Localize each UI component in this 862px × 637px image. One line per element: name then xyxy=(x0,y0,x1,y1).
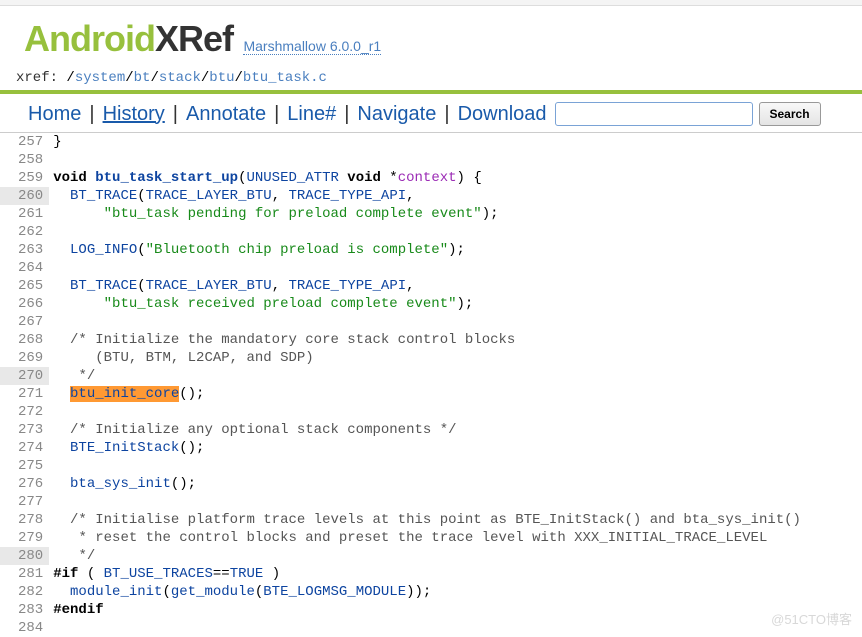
nav-home[interactable]: Home xyxy=(28,103,81,126)
logo-android: Android xyxy=(24,18,155,59)
line-number[interactable]: 260 xyxy=(0,187,49,205)
code-line[interactable]: BT_TRACE(TRACE_LAYER_BTU, TRACE_TYPE_API… xyxy=(53,277,862,295)
line-number[interactable]: 279 xyxy=(0,529,49,547)
breadcrumb-sep: / xyxy=(235,70,243,86)
breadcrumb-link[interactable]: system xyxy=(75,70,125,86)
code-line[interactable]: module_init(get_module(BTE_LOGMSG_MODULE… xyxy=(53,583,862,601)
line-number-gutter: 2572582592602612622632642652662672682692… xyxy=(0,133,49,637)
line-number[interactable]: 265 xyxy=(0,277,49,295)
line-number[interactable]: 274 xyxy=(0,439,49,457)
code-line[interactable] xyxy=(53,223,862,241)
line-number[interactable]: 271 xyxy=(0,385,49,403)
line-number[interactable]: 266 xyxy=(0,295,49,313)
code-line[interactable] xyxy=(53,259,862,277)
code-line[interactable]: bta_sys_init(); xyxy=(53,475,862,493)
code-line[interactable]: #if ( BT_USE_TRACES==TRUE ) xyxy=(53,565,862,583)
nav-download[interactable]: Download xyxy=(458,103,547,126)
nav-sep: | xyxy=(444,103,449,126)
code-line[interactable]: "btu_task received preload complete even… xyxy=(53,295,862,313)
breadcrumb: xref: /system/bt/stack/btu/btu_task.c xyxy=(0,66,862,88)
line-number[interactable]: 284 xyxy=(0,619,49,637)
code-line[interactable] xyxy=(53,619,862,637)
code-line[interactable]: /* Initialise platform trace levels at t… xyxy=(53,511,862,529)
code-line[interactable]: */ xyxy=(53,547,862,565)
line-number[interactable]: 262 xyxy=(0,223,49,241)
line-number[interactable]: 283 xyxy=(0,601,49,619)
code-line[interactable]: btu_init_core(); xyxy=(53,385,862,403)
code-line[interactable] xyxy=(53,457,862,475)
code-line[interactable]: #endif xyxy=(53,601,862,619)
code-line[interactable]: (BTU, BTM, L2CAP, and SDP) xyxy=(53,349,862,367)
line-number[interactable]: 267 xyxy=(0,313,49,331)
breadcrumb-sep: / xyxy=(150,70,158,86)
breadcrumb-link[interactable]: stack xyxy=(159,70,201,86)
line-number[interactable]: 282 xyxy=(0,583,49,601)
code-line[interactable] xyxy=(53,151,862,169)
line-number[interactable]: 257 xyxy=(0,133,49,151)
nav-navigate[interactable]: Navigate xyxy=(357,103,436,126)
nav-linenum[interactable]: Line# xyxy=(287,103,336,126)
nav-sep: | xyxy=(89,103,94,126)
breadcrumb-link[interactable]: bt xyxy=(134,70,151,86)
line-number[interactable]: 278 xyxy=(0,511,49,529)
search-button[interactable]: Search xyxy=(759,102,821,126)
line-number[interactable]: 275 xyxy=(0,457,49,475)
code-line[interactable]: */ xyxy=(53,367,862,385)
line-number[interactable]: 273 xyxy=(0,421,49,439)
breadcrumb-label: xref: xyxy=(16,70,66,86)
code-area: 2572582592602612622632642652662672682692… xyxy=(0,133,862,637)
line-number[interactable]: 277 xyxy=(0,493,49,511)
code-line[interactable] xyxy=(53,403,862,421)
code-line[interactable]: BT_TRACE(TRACE_LAYER_BTU, TRACE_TYPE_API… xyxy=(53,187,862,205)
version-label[interactable]: Marshmallow 6.0.0_r1 xyxy=(243,38,381,55)
nav-sep: | xyxy=(344,103,349,126)
header: AndroidXRef Marshmallow 6.0.0_r1 xyxy=(0,6,862,66)
breadcrumb-link[interactable]: btu_task.c xyxy=(243,70,327,86)
logo-xref: XRef xyxy=(155,18,233,59)
line-number[interactable]: 272 xyxy=(0,403,49,421)
breadcrumb-sep: / xyxy=(66,70,74,86)
watermark: @51CTO博客 xyxy=(771,609,852,628)
search-input[interactable] xyxy=(555,102,753,126)
nav-sep: | xyxy=(173,103,178,126)
line-number[interactable]: 281 xyxy=(0,565,49,583)
code-line[interactable]: } xyxy=(53,133,862,151)
breadcrumb-link[interactable]: btu xyxy=(209,70,234,86)
line-number[interactable]: 263 xyxy=(0,241,49,259)
line-number[interactable]: 280 xyxy=(0,547,49,565)
code-line[interactable]: * reset the control blocks and preset th… xyxy=(53,529,862,547)
code-line[interactable]: LOG_INFO("Bluetooth chip preload is comp… xyxy=(53,241,862,259)
code-line[interactable]: /* Initialize any optional stack compone… xyxy=(53,421,862,439)
breadcrumb-sep: / xyxy=(125,70,133,86)
code-line[interactable] xyxy=(53,313,862,331)
nav-sep: | xyxy=(274,103,279,126)
line-number[interactable]: 258 xyxy=(0,151,49,169)
line-number[interactable]: 268 xyxy=(0,331,49,349)
nav-annotate[interactable]: Annotate xyxy=(186,103,266,126)
toolbar: Home | History | Annotate | Line# | Navi… xyxy=(0,94,862,133)
line-number[interactable]: 261 xyxy=(0,205,49,223)
code-line[interactable] xyxy=(53,493,862,511)
code-line[interactable]: /* Initialize the mandatory core stack c… xyxy=(53,331,862,349)
line-number[interactable]: 276 xyxy=(0,475,49,493)
code-line[interactable]: BTE_InitStack(); xyxy=(53,439,862,457)
code-line[interactable]: "btu_task pending for preload complete e… xyxy=(53,205,862,223)
line-number[interactable]: 264 xyxy=(0,259,49,277)
code-line[interactable]: void btu_task_start_up(UNUSED_ATTR void … xyxy=(53,169,862,187)
line-number[interactable]: 269 xyxy=(0,349,49,367)
line-number[interactable]: 259 xyxy=(0,169,49,187)
nav-history[interactable]: History xyxy=(103,103,165,126)
code-content[interactable]: } void btu_task_start_up(UNUSED_ATTR voi… xyxy=(49,133,862,637)
line-number[interactable]: 270 xyxy=(0,367,49,385)
